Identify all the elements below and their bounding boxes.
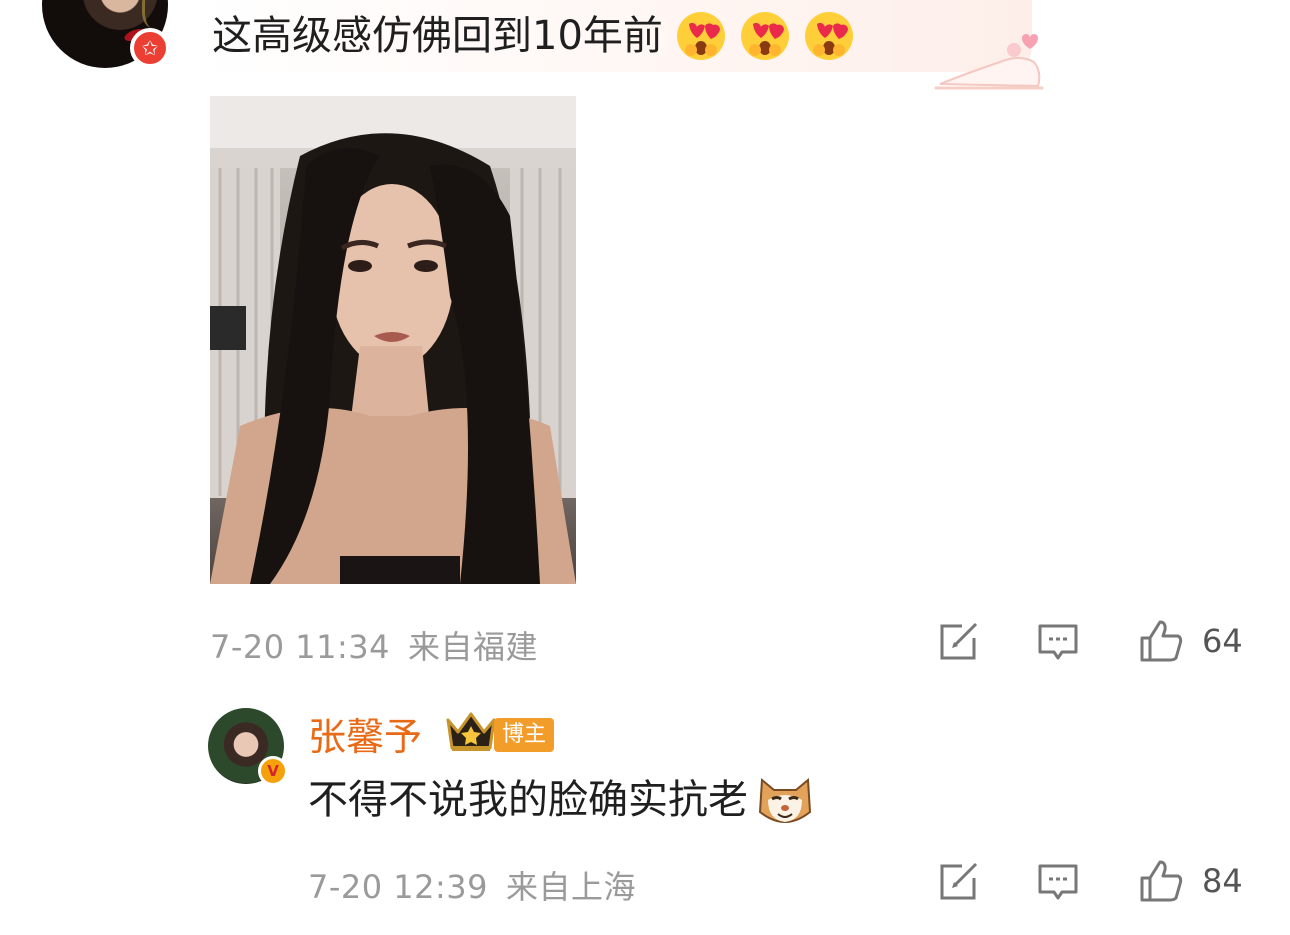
heart-eyes-emoji-icon (740, 12, 789, 60)
comment-text-content: 这高级感仿佛回到10年前 (212, 13, 663, 59)
comment-icon[interactable] (1036, 860, 1080, 904)
like-icon[interactable] (1138, 618, 1184, 664)
reply-time: 7-20 12:39 (308, 868, 489, 906)
like-count: 64 (1202, 622, 1243, 660)
verified-badge-icon: V (258, 756, 288, 786)
comment-location: 来自福建 (408, 628, 539, 666)
comment-text: 这高级感仿佛回到10年前 (212, 8, 855, 64)
comment-image[interactable] (210, 96, 576, 584)
blogger-tag: 博主 (494, 718, 555, 752)
selfie-photo-illustration (210, 96, 576, 584)
reply-username[interactable]: 张馨予 (308, 706, 422, 761)
like-icon[interactable] (1138, 858, 1184, 904)
star-badge-icon: ✩ (130, 28, 170, 68)
reply-location: 来自上海 (506, 868, 637, 906)
share-icon[interactable] (936, 620, 980, 664)
comment-time: 7-20 11:34 (210, 628, 391, 666)
comment-meta: 7-20 11:34 来自福建 (210, 622, 556, 668)
heart-eyes-emoji-icon (676, 12, 725, 60)
reply-text: 不得不说我的脸确实抗老 (308, 770, 814, 830)
reply-text-content: 不得不说我的脸确实抗老 (308, 777, 748, 823)
reply-meta: 7-20 12:39 来自上海 (308, 862, 654, 908)
share-icon[interactable] (936, 860, 980, 904)
comment-icon[interactable] (1036, 620, 1080, 664)
cat-decoration-icon (934, 34, 1044, 90)
heart-eyes-emoji-icon (804, 12, 853, 60)
cat-emoji-icon (758, 777, 812, 823)
crown-icon (446, 712, 496, 751)
reply-like-count: 84 (1202, 862, 1243, 900)
